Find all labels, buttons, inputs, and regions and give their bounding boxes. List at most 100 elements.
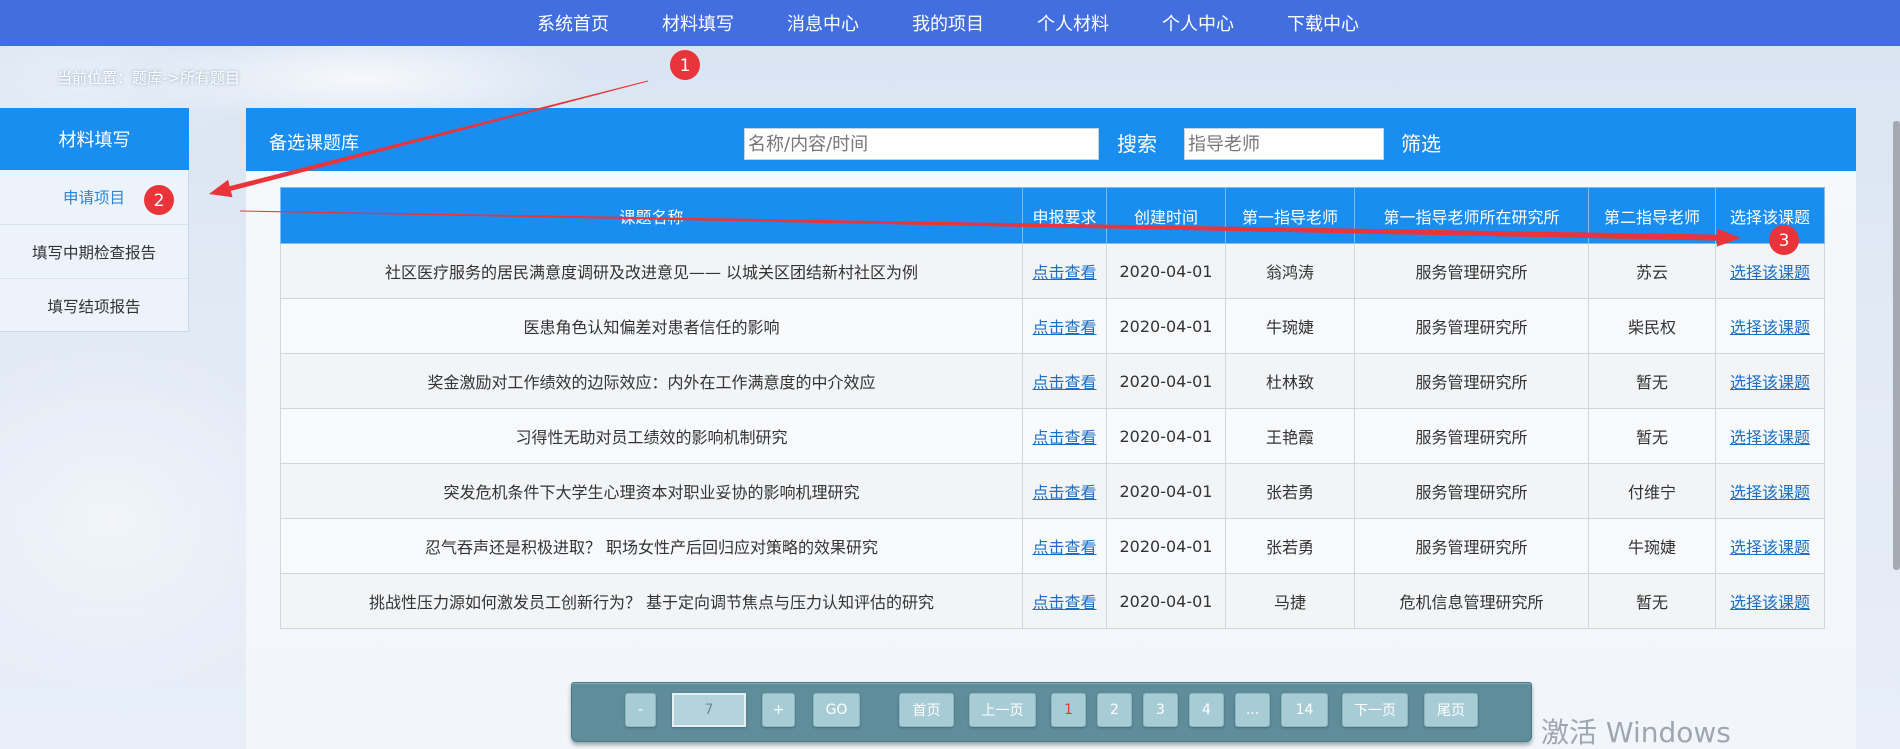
table-row: 突发危机条件下大学生心理资本对职业妥协的影响机理研究 点击查看 2020-04-…	[280, 463, 1825, 519]
page-number-input[interactable]	[672, 693, 746, 727]
column-header-second-advisor: 第二指导老师	[1588, 187, 1716, 244]
created-date: 2020-04-01	[1106, 573, 1226, 629]
select-topic-link[interactable]: 选择该课题	[1730, 318, 1810, 337]
main-nav: 系统首页 材料填写 消息中心 我的项目 个人材料 个人中心 下载中心	[537, 0, 1359, 46]
select-cell: 选择该课题	[1715, 298, 1825, 354]
search-input[interactable]	[744, 128, 1099, 160]
first-advisor: 王艳霞	[1225, 408, 1355, 464]
select-cell: 选择该课题	[1715, 463, 1825, 519]
nav-item-my-projects[interactable]: 我的项目	[912, 0, 984, 46]
first-advisor: 马捷	[1225, 573, 1355, 629]
select-topic-link[interactable]: 选择该课题	[1730, 373, 1810, 392]
arrow-head	[209, 179, 233, 198]
select-cell: 选择该课题	[1715, 353, 1825, 409]
page-decrement-button[interactable]: -	[625, 693, 656, 727]
breadcrumb: 当前位置：题库->所有题目	[57, 69, 240, 87]
sidebar-menu: 申请项目 填写中期检查报告 填写结项报告	[0, 170, 189, 332]
topic-title: 忍气吞声还是积极进取？ 职场女性产后回归应对策略的效果研究	[280, 518, 1023, 574]
search-button[interactable]: 搜索	[1117, 132, 1157, 156]
view-requirement-link[interactable]: 点击查看	[1032, 428, 1096, 447]
created-date: 2020-04-01	[1106, 353, 1226, 409]
go-button[interactable]: GO	[813, 693, 860, 727]
nav-item-personal-materials[interactable]: 个人材料	[1037, 0, 1109, 46]
first-advisor-institute: 服务管理研究所	[1354, 463, 1589, 519]
select-cell: 选择该课题	[1715, 573, 1825, 629]
first-page-button[interactable]: 首页	[899, 693, 954, 727]
select-cell: 选择该课题	[1715, 518, 1825, 574]
select-topic-link[interactable]: 选择该课题	[1730, 593, 1810, 612]
topic-title: 奖金激励对工作绩效的边际效应：内外在工作满意度的中介效应	[280, 353, 1023, 409]
page-button[interactable]: 1	[1051, 693, 1086, 727]
second-advisor: 暂无	[1588, 408, 1716, 464]
second-advisor: 暂无	[1588, 353, 1716, 409]
select-topic-link[interactable]: 选择该课题	[1730, 428, 1810, 447]
nav-item-home[interactable]: 系统首页	[537, 0, 609, 46]
scrollbar-thumb[interactable]	[1893, 121, 1900, 570]
page-button[interactable]: 14	[1281, 693, 1328, 727]
select-topic-link[interactable]: 选择该课题	[1730, 483, 1810, 502]
table-body: 社区医疗服务的居民满意度调研及改进意见—— 以城关区团结新村社区为例 点击查看 …	[280, 243, 1825, 629]
page-ellipsis[interactable]: ...	[1235, 693, 1270, 727]
view-requirement-link[interactable]: 点击查看	[1032, 373, 1096, 392]
nav-item-materials[interactable]: 材料填写	[662, 0, 734, 46]
select-cell: 选择该课题	[1715, 243, 1825, 299]
table-row: 挑战性压力源如何激发员工创新行为？ 基于定向调节焦点与压力认知评估的研究 点击查…	[280, 573, 1825, 629]
page-increment-button[interactable]: +	[762, 693, 795, 727]
nav-item-downloads[interactable]: 下载中心	[1287, 0, 1359, 46]
view-requirement-link[interactable]: 点击查看	[1032, 593, 1096, 612]
last-page-button[interactable]: 尾页	[1424, 693, 1478, 727]
first-advisor-institute: 危机信息管理研究所	[1354, 573, 1589, 629]
page-button[interactable]: 3	[1143, 693, 1178, 727]
view-requirement-link[interactable]: 点击查看	[1032, 483, 1096, 502]
requirement-cell: 点击查看	[1022, 243, 1107, 299]
view-requirement-link[interactable]: 点击查看	[1032, 318, 1096, 337]
requirement-cell: 点击查看	[1022, 463, 1107, 519]
page-button[interactable]: 4	[1189, 693, 1224, 727]
advisor-filter-input[interactable]	[1184, 128, 1384, 160]
annotation-circle	[670, 50, 700, 80]
page-button[interactable]: 2	[1097, 693, 1132, 727]
sidebar-item-midterm-report[interactable]: 填写中期检查报告	[0, 224, 188, 278]
first-advisor-institute: 服务管理研究所	[1354, 408, 1589, 464]
top-nav-bar: 系统首页 材料填写 消息中心 我的项目 个人材料 个人中心 下载中心	[0, 0, 1900, 46]
first-advisor: 翁鸿涛	[1225, 243, 1355, 299]
nav-item-messages[interactable]: 消息中心	[787, 0, 859, 46]
filter-button[interactable]: 筛选	[1401, 132, 1441, 156]
select-topic-link[interactable]: 选择该课题	[1730, 538, 1810, 557]
header-row: 课题名称 申报要求 创建时间 第一指导老师 第一指导老师所在研究所 第二指导老师…	[280, 187, 1825, 244]
column-header-institute: 第一指导老师所在研究所	[1354, 187, 1589, 244]
view-requirement-link[interactable]: 点击查看	[1032, 538, 1096, 557]
panel-title: 备选课题库	[269, 133, 359, 154]
next-page-button[interactable]: 下一页	[1342, 693, 1408, 727]
topics-table: 课题名称 申报要求 创建时间 第一指导老师 第一指导老师所在研究所 第二指导老师…	[280, 187, 1825, 629]
sidebar-item-apply-project[interactable]: 申请项目	[0, 170, 188, 224]
annotation-marker-1: 1	[670, 50, 700, 80]
annotation-number: 1	[680, 56, 691, 76]
table-row: 社区医疗服务的居民满意度调研及改进意见—— 以城关区团结新村社区为例 点击查看 …	[280, 243, 1825, 299]
requirement-cell: 点击查看	[1022, 298, 1107, 354]
column-header-select: 选择该课题	[1715, 187, 1825, 244]
created-date: 2020-04-01	[1106, 243, 1226, 299]
requirement-cell: 点击查看	[1022, 518, 1107, 574]
panel-header: 备选课题库 搜索 筛选	[246, 108, 1856, 171]
column-header-requirement: 申报要求	[1022, 187, 1107, 244]
prev-page-button[interactable]: 上一页	[969, 693, 1036, 727]
pagination-bar: - + GO 首页 上一页 1 2 3 4 ... 14 下一页 尾页	[571, 682, 1532, 742]
view-requirement-link[interactable]: 点击查看	[1032, 263, 1096, 282]
nav-item-personal-center[interactable]: 个人中心	[1162, 0, 1234, 46]
second-advisor: 牛琬婕	[1588, 518, 1716, 574]
select-topic-link[interactable]: 选择该课题	[1730, 263, 1810, 282]
topic-title: 习得性无助对员工绩效的影响机制研究	[280, 408, 1023, 464]
topic-title: 社区医疗服务的居民满意度调研及改进意见—— 以城关区团结新村社区为例	[280, 243, 1023, 299]
column-header-title: 课题名称	[280, 187, 1023, 244]
second-advisor: 苏云	[1588, 243, 1716, 299]
sidebar-item-final-report[interactable]: 填写结项报告	[0, 278, 188, 332]
first-advisor: 牛琬婕	[1225, 298, 1355, 354]
topic-bank-panel: 备选课题库 搜索 筛选 课题名称 申报要求 创建时间 第一指导老师 第一指导老师…	[246, 108, 1856, 749]
table-row: 忍气吞声还是积极进取？ 职场女性产后回归应对策略的效果研究 点击查看 2020-…	[280, 518, 1825, 574]
windows-activation-watermark: 激活 Windows	[1541, 716, 1731, 749]
second-advisor: 柴民权	[1588, 298, 1716, 354]
table-header: 课题名称 申报要求 创建时间 第一指导老师 第一指导老师所在研究所 第二指导老师…	[280, 187, 1825, 244]
first-advisor-institute: 服务管理研究所	[1354, 518, 1589, 574]
first-advisor-institute: 服务管理研究所	[1354, 353, 1589, 409]
